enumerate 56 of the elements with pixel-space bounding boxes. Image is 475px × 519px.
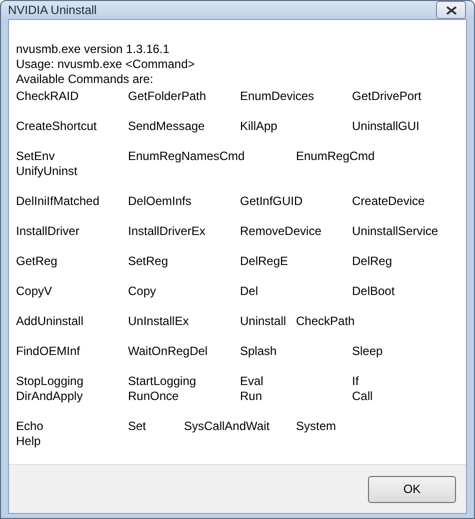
command-name: SetEnv — [16, 149, 55, 163]
command-name: Splash — [240, 344, 277, 358]
command-name: Del — [240, 284, 258, 298]
message-line: nvusmb.exe version 1.3.16.1 — [16, 42, 170, 56]
command-name: Echo — [16, 419, 44, 433]
command-name: UnInstallEx — [128, 314, 189, 328]
command-name: SetReg — [128, 254, 168, 268]
command-name: RunOnce — [128, 389, 179, 403]
command-name: AddUninstall — [16, 314, 84, 328]
command-name: GetFolderPath — [128, 89, 206, 103]
command-name: InstallDriver — [16, 224, 80, 238]
command-name: DelOemInfs — [128, 194, 192, 208]
command-name: EnumDevices — [240, 89, 314, 103]
message-line: Usage: nvusmb.exe <Command> — [16, 57, 195, 71]
command-name: DirAndApply — [16, 389, 83, 403]
command-name: Eval — [240, 374, 264, 388]
command-name: WaitOnRegDel — [128, 344, 208, 358]
command-name: DelRegE — [240, 254, 288, 268]
command-name: UninstallService — [352, 224, 438, 238]
command-name: KillApp — [240, 119, 278, 133]
ok-button[interactable]: OK — [368, 476, 456, 502]
message-line: Available Commands are: — [16, 72, 154, 86]
command-name: DelIniIfMatched — [16, 194, 100, 208]
command-name: SysCallAndWait — [184, 419, 270, 433]
command-name: Uninstall — [240, 314, 286, 328]
command-name: Sleep — [352, 344, 383, 358]
close-icon — [446, 6, 456, 14]
command-name: UninstallGUI — [352, 119, 420, 133]
command-name: EnumRegNamesCmd — [128, 149, 245, 163]
command-name: Set — [128, 419, 146, 433]
command-name: RemoveDevice — [240, 224, 322, 238]
command-name: CreateShortcut — [16, 119, 97, 133]
command-name: EnumRegCmd — [296, 149, 375, 163]
command-name: StopLogging — [16, 374, 84, 388]
command-name: CreateDevice — [352, 194, 425, 208]
command-name: GetDrivePort — [352, 89, 422, 103]
close-button[interactable] — [436, 1, 466, 19]
command-name: System — [296, 419, 336, 433]
command-name: Run — [240, 389, 262, 403]
command-name: CopyV — [16, 284, 52, 298]
command-name: If — [352, 374, 359, 388]
command-name: CheckRAID — [16, 89, 79, 103]
command-name: DelReg — [352, 254, 392, 268]
command-name: SendMessage — [128, 119, 205, 133]
window-title: NVIDIA Uninstall — [8, 2, 97, 19]
command-name: StartLogging — [128, 374, 196, 388]
command-name: Copy — [128, 284, 156, 298]
command-name: GetInfGUID — [240, 194, 303, 208]
command-name: FindOEMInf — [16, 344, 80, 358]
command-name: UnifyUninst — [16, 164, 78, 178]
command-name: Call — [352, 389, 373, 403]
command-name: CheckPath — [296, 314, 355, 328]
command-name: GetReg — [16, 254, 58, 268]
command-name: Help — [16, 434, 41, 448]
command-name: InstallDriverEx — [128, 224, 206, 238]
command-name: DelBoot — [352, 284, 395, 298]
